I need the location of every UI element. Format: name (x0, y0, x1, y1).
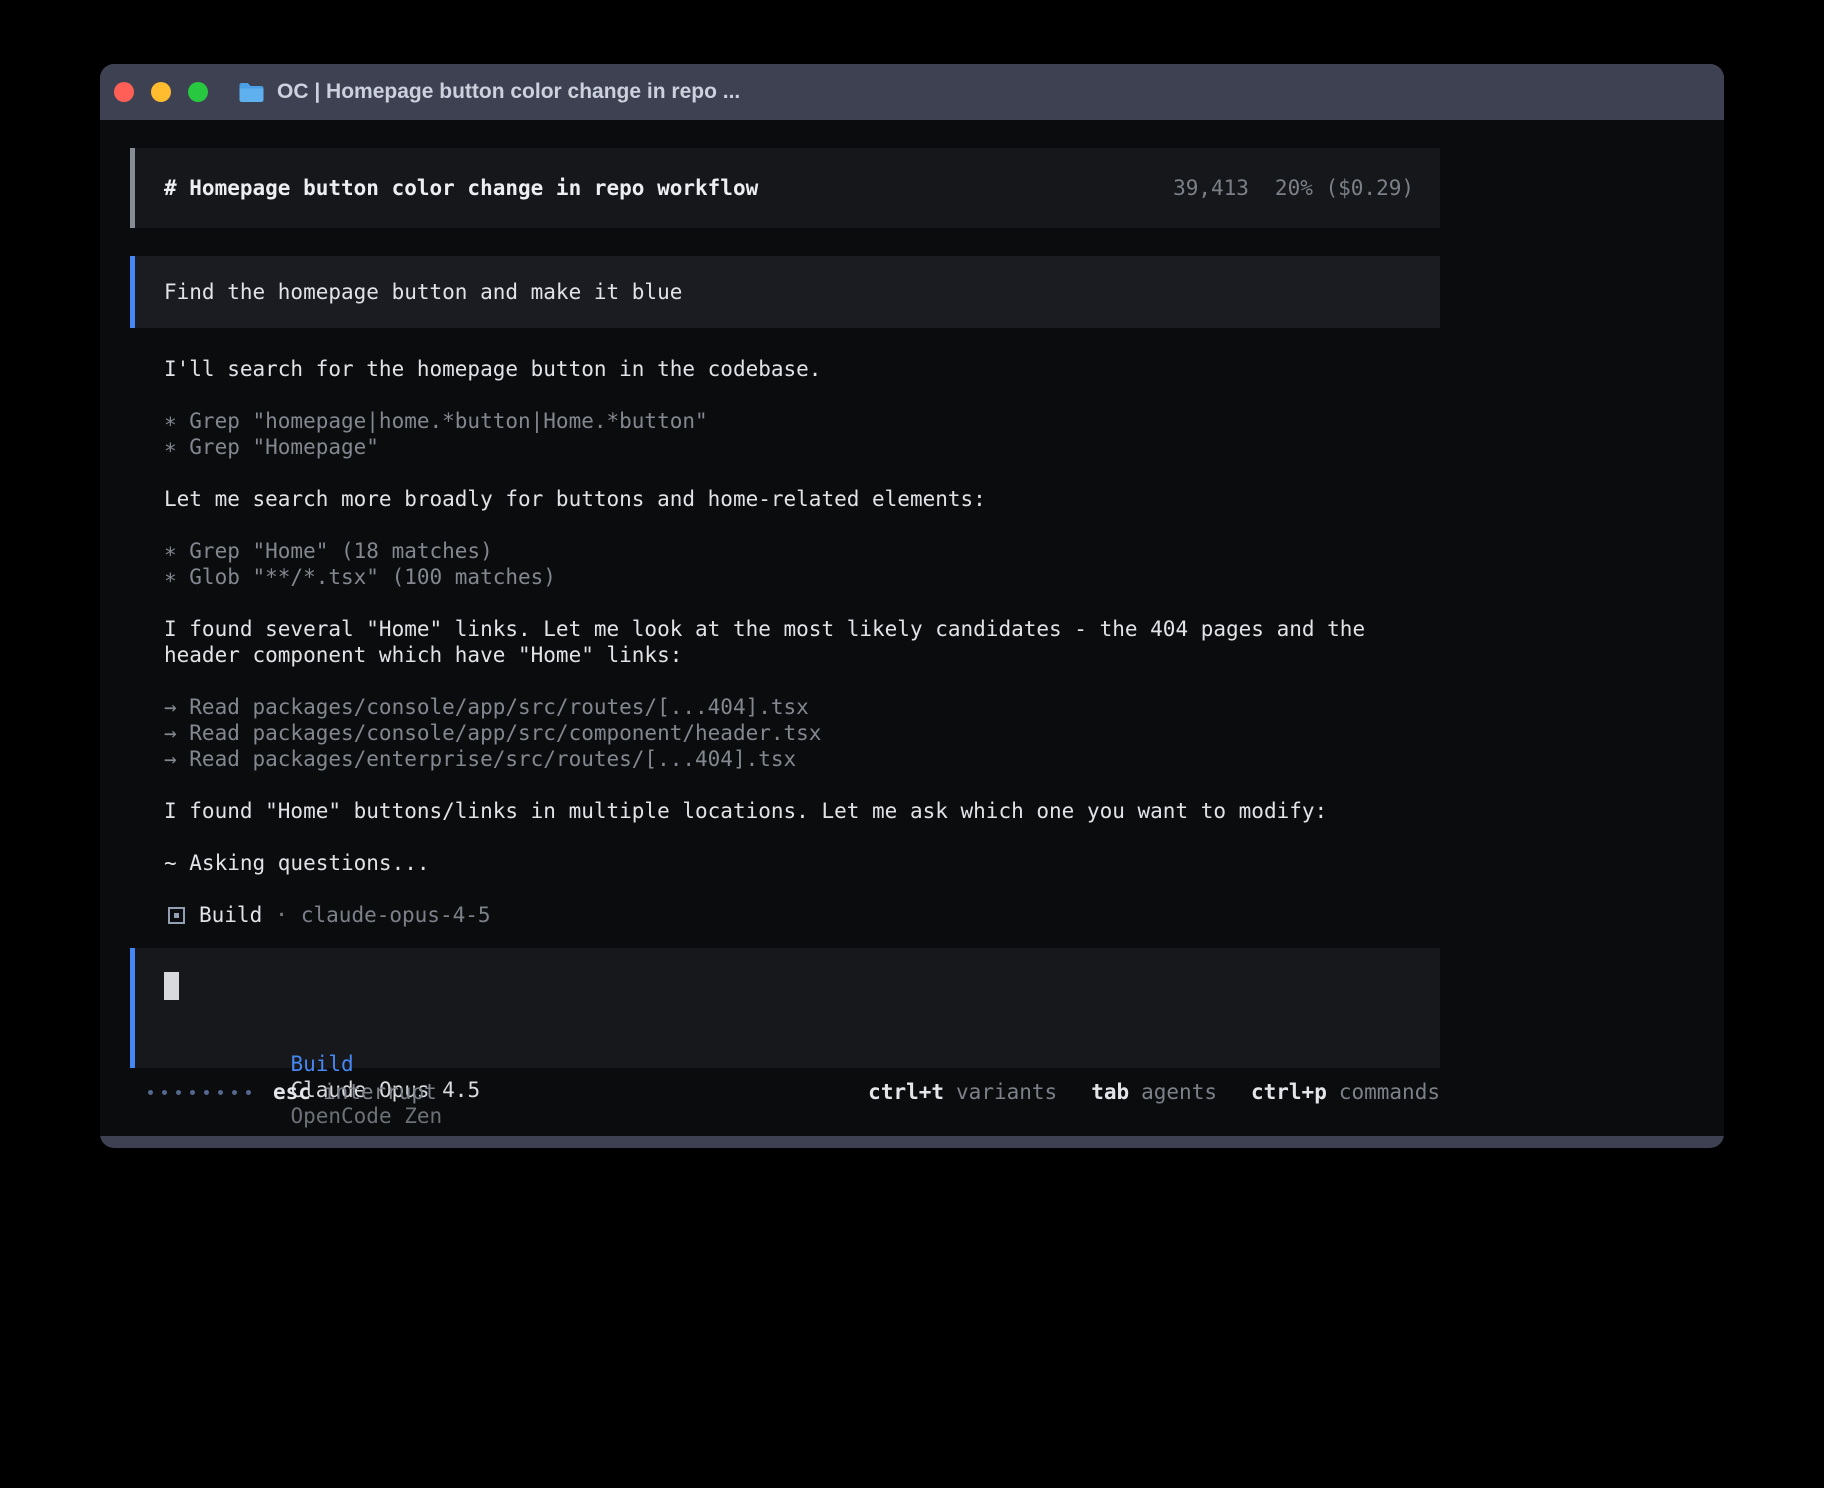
conversation-block: I found "Home" buttons/links in multiple… (164, 798, 1440, 824)
session-header: # Homepage button color change in repo w… (130, 148, 1440, 228)
conversation-line: ∗ Grep "Home" (18 matches) (164, 538, 1440, 564)
progress-dot (176, 1090, 181, 1095)
conversation-line: header component which have "Home" links… (164, 642, 1440, 668)
shortcut-key: ctrl+t (868, 1079, 944, 1105)
token-count: 39,413 (1173, 175, 1249, 201)
tui-column: # Homepage button color change in repo w… (130, 120, 1440, 1105)
progress-dot (190, 1090, 195, 1095)
progress-dot (232, 1090, 237, 1095)
user-message: Find the homepage button and make it blu… (130, 256, 1440, 328)
shortcut-commands: ctrl+p commands (1251, 1079, 1440, 1105)
conversation-line: ~ Asking questions... (164, 850, 1440, 876)
conversation-block: I found several "Home" links. Let me loo… (164, 616, 1440, 668)
progress-dots (148, 1090, 251, 1095)
conversation-block: ∗ Grep "Home" (18 matches)∗ Glob "**/*.t… (164, 538, 1440, 590)
input-provider-label: OpenCode Zen (290, 1104, 442, 1128)
shortcut-key: ctrl+p (1251, 1079, 1327, 1105)
conversation-line: ∗ Grep "Homepage" (164, 434, 1440, 460)
shortcut-key: tab (1091, 1079, 1129, 1105)
status-shortcuts: ctrl+t variants tab agents ctrl+p commands (868, 1079, 1440, 1105)
shortcut-label: commands (1339, 1079, 1440, 1105)
user-message-text: Find the homepage button and make it blu… (164, 279, 682, 305)
conversation-block: → Read packages/console/app/src/routes/[… (164, 694, 1440, 772)
window-controls (114, 82, 208, 102)
conversation-block: ∗ Grep "homepage|home.*button|Home.*butt… (164, 408, 1440, 460)
progress-dot (246, 1090, 251, 1095)
agent-model: claude-opus-4-5 (301, 902, 491, 928)
prompt-input[interactable]: Build Claude Opus 4.5 OpenCode Zen (130, 948, 1440, 1068)
agent-name: Build (199, 902, 262, 928)
shortcut-agents: tab agents (1091, 1079, 1217, 1105)
conversation-line: → Read packages/console/app/src/componen… (164, 720, 1440, 746)
shortcut-label: agents (1141, 1079, 1217, 1105)
status-left: esc interrupt (130, 1079, 437, 1105)
agent-badge-icon (168, 907, 185, 924)
agent-status: Build · claude-opus-4-5 (130, 902, 1440, 928)
progress-dot (162, 1090, 167, 1095)
conversation-line: → Read packages/console/app/src/routes/[… (164, 694, 1440, 720)
text-cursor (164, 972, 179, 1000)
terminal-content: # Homepage button color change in repo w… (100, 120, 1724, 1136)
progress-dot (204, 1090, 209, 1095)
conversation-line: Let me search more broadly for buttons a… (164, 486, 1440, 512)
shortcut-label-interrupt: interrupt (323, 1079, 437, 1105)
conversation-block: Let me search more broadly for buttons a… (164, 486, 1440, 512)
conversation-block: I'll search for the homepage button in t… (164, 356, 1440, 382)
conversation-line: ∗ Glob "**/*.tsx" (100 matches) (164, 564, 1440, 590)
window-titlebar[interactable]: OC | Homepage button color change in rep… (100, 64, 1724, 120)
conversation-line: I found "Home" buttons/links in multiple… (164, 798, 1440, 824)
terminal-window: OC | Homepage button color change in rep… (100, 64, 1724, 1148)
folder-icon (238, 82, 265, 103)
window-title: OC | Homepage button color change in rep… (277, 80, 740, 104)
session-title: # Homepage button color change in repo w… (164, 175, 758, 201)
shortcut-key-esc: esc (273, 1079, 311, 1105)
conversation-line: → Read packages/enterprise/src/routes/[.… (164, 746, 1440, 772)
agent-separator: · (275, 902, 288, 928)
progress-dot (218, 1090, 223, 1095)
context-cost: 20% ($0.29) (1275, 175, 1414, 201)
input-agent-label[interactable]: Build (290, 1052, 353, 1076)
conversation-block: ~ Asking questions... (164, 850, 1440, 876)
conversation-line: I found several "Home" links. Let me loo… (164, 616, 1440, 642)
conversation: I'll search for the homepage button in t… (130, 356, 1440, 876)
conversation-line: I'll search for the homepage button in t… (164, 356, 1440, 382)
shortcut-label: variants (956, 1079, 1057, 1105)
close-button[interactable] (114, 82, 134, 102)
zoom-button[interactable] (188, 82, 208, 102)
session-stats: 39,413 20% ($0.29) (1173, 175, 1414, 201)
shortcut-variants: ctrl+t variants (868, 1079, 1057, 1105)
progress-dot (148, 1090, 153, 1095)
conversation-line: ∗ Grep "homepage|home.*button|Home.*butt… (164, 408, 1440, 434)
minimize-button[interactable] (151, 82, 171, 102)
status-bar: esc interrupt ctrl+tvariantstabagentsctr… (130, 1079, 1440, 1105)
